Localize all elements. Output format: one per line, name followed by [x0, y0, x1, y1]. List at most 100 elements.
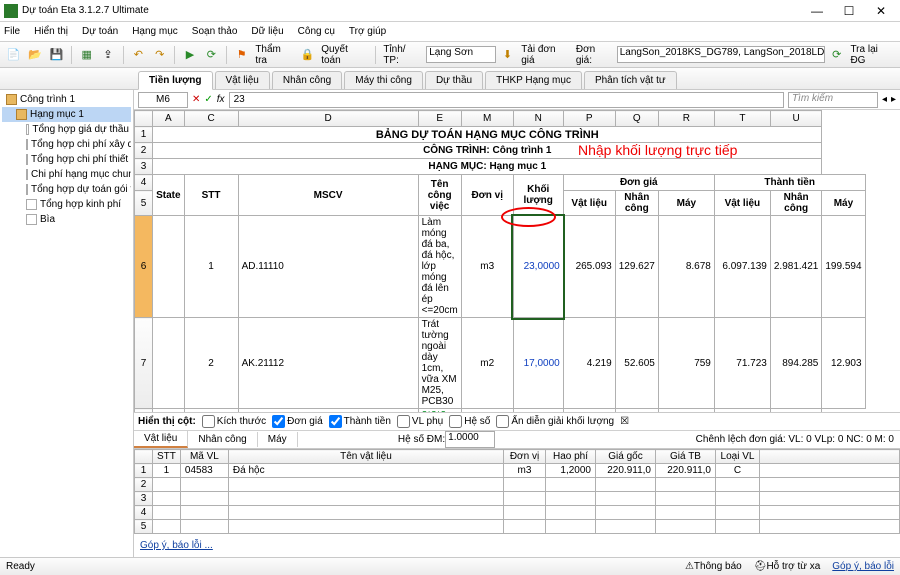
status-ready: Ready	[6, 561, 35, 572]
chk-don-gia[interactable]: Đơn giá	[272, 415, 322, 428]
open-icon[interactable]: 📂	[25, 45, 44, 65]
bottab-nhan-cong[interactable]: Nhân công	[188, 432, 257, 447]
tab-tien-luong[interactable]: Tiền lượng	[138, 71, 213, 90]
project-tree: Công trình 1 Hạng mục 1 Tổng hợp giá dự …	[0, 90, 134, 557]
menu-hien-thi[interactable]: Hiển thị	[34, 26, 68, 37]
tree-item[interactable]: Bìa	[2, 212, 131, 227]
detail-row[interactable]: 1104583Đá hộcm31,2000220.911,0220.911,0C	[135, 464, 900, 478]
tham-tra-label[interactable]: Thẩm tra	[253, 44, 296, 66]
tree-item[interactable]: Tổng hợp dự toán gói thầu	[2, 182, 131, 197]
he-so-dm-input[interactable]: 1.0000	[445, 431, 495, 448]
gop-y-link[interactable]: Góp ý, báo lỗi ...	[140, 540, 213, 551]
cell-ref[interactable]: M6	[138, 92, 188, 108]
don-gia-label: Đơn giá:	[574, 44, 615, 66]
close-button[interactable]: ✕	[866, 2, 896, 20]
tab-du-thau[interactable]: Dự thầu	[425, 71, 483, 89]
next-icon[interactable]: ▸	[891, 94, 896, 105]
export-icon[interactable]: ⇪	[98, 45, 117, 65]
chenh-lech-label: Chênh lệch đơn giá: VL: 0 VLp: 0 NC: 0 M…	[696, 434, 900, 445]
window-title: Dự toán Eta 3.1.2.7 Ultimate	[22, 5, 802, 16]
tree-item[interactable]: Tổng hợp chi phí xây dựng	[2, 137, 131, 152]
detail-grid[interactable]: STT Mã VL Tên vật liệu Đơn vị Hao phí Gi…	[134, 449, 900, 534]
save-icon[interactable]: 💾	[47, 45, 66, 65]
close-panel-icon[interactable]: ☒	[620, 416, 629, 427]
tree-root[interactable]: Công trình 1	[2, 92, 131, 107]
chk-he-so[interactable]: Hệ số	[449, 415, 490, 428]
quyet-toan-label[interactable]: Quyết toán	[319, 44, 370, 66]
accept-icon[interactable]: ✓	[204, 94, 212, 105]
menu-soan-thao[interactable]: Soạn thảo	[192, 26, 238, 37]
detail-row[interactable]: 3	[135, 492, 900, 506]
ho-tro-icon[interactable]: ⛑	[754, 561, 767, 572]
fx-label[interactable]: fx	[217, 94, 225, 105]
menu-hang-muc[interactable]: Hạng mục	[132, 26, 178, 37]
chk-vl-phu[interactable]: VL phụ	[397, 415, 443, 428]
formula-input[interactable]: 23	[229, 92, 784, 108]
tra-lai-label[interactable]: Tra lại ĐG	[848, 44, 896, 66]
detail-row[interactable]: 2	[135, 478, 900, 492]
tra-lai-icon[interactable]: ⟳	[827, 45, 846, 65]
detail-panel: Hiển thị cột: Kích thước Đơn giá Thành t…	[134, 412, 900, 557]
table-row[interactable]: 72AK.21112Trát tường ngoài dày 1cm, vữa …	[135, 318, 866, 409]
title-hang-muc: HẠNG MỤC: Hạng mục 1	[153, 159, 822, 175]
thong-bao-icon[interactable]: ⚠	[685, 561, 694, 572]
tinh-tp-combo[interactable]: Lạng Sơn	[426, 46, 496, 63]
ho-tro-label[interactable]: Hỗ trợ từ xa	[766, 561, 820, 572]
status-bar: Ready ⚠ Thông báo ⛑ Hỗ trợ từ xa Góp ý, …	[0, 557, 900, 575]
app-icon	[4, 4, 18, 18]
tab-thkp[interactable]: THKP Hạng mục	[485, 71, 582, 89]
menu-file[interactable]: File	[4, 26, 20, 37]
refresh-icon[interactable]: ⟳	[202, 45, 221, 65]
tab-vat-lieu[interactable]: Vật liệu	[215, 71, 270, 89]
tai-don-gia-label[interactable]: Tải đơn giá	[519, 44, 572, 66]
maximize-button[interactable]: ☐	[834, 2, 864, 20]
table-row[interactable]: 82*2*2 = 8	[135, 409, 866, 413]
excel-icon[interactable]: ▦	[77, 45, 96, 65]
table-row[interactable]: 61AD.11110Làm móng đá ba, đá hộc, lớp mó…	[135, 216, 866, 318]
chk-an-dien-giai[interactable]: Ẩn diễn giải khối lượng	[496, 415, 614, 428]
detail-row[interactable]: 4	[135, 506, 900, 520]
menu-tro-giup[interactable]: Trợ giúp	[349, 26, 386, 37]
prev-icon[interactable]: ◂	[882, 94, 887, 105]
titlebar: Dự toán Eta 3.1.2.7 Ultimate — ☐ ✕	[0, 0, 900, 22]
detail-row[interactable]: 5	[135, 520, 900, 534]
formula-bar: M6 ✕ ✓ fx 23 Tìm kiếm ◂ ▸	[134, 90, 900, 110]
tinh-tp-label: Tỉnh/ TP:	[381, 44, 424, 66]
tree-hang-muc[interactable]: Hạng mục 1	[2, 107, 131, 122]
tree-item[interactable]: Tổng hợp kinh phí	[2, 197, 131, 212]
tab-may[interactable]: Máy thi công	[344, 71, 423, 89]
bottab-may[interactable]: Máy	[258, 432, 298, 447]
chk-kich-thuoc[interactable]: Kích thước	[202, 415, 266, 428]
tree-item[interactable]: Tổng hợp giá dự thầu	[2, 122, 131, 137]
quyet-toan-icon[interactable]: 🔒	[298, 45, 317, 65]
minimize-button[interactable]: —	[802, 2, 832, 20]
undo-icon[interactable]: ↶	[129, 45, 148, 65]
he-so-dm-label: Hệ số ĐM:	[398, 434, 445, 445]
title-main: BẢNG DỰ TOÁN HẠNG MỤC CÔNG TRÌNH	[153, 127, 822, 143]
redo-icon[interactable]: ↷	[150, 45, 169, 65]
play-icon[interactable]: ▶	[180, 45, 199, 65]
tab-nhan-cong[interactable]: Nhân công	[272, 71, 342, 89]
chk-thanh-tien[interactable]: Thành tiền	[329, 415, 391, 428]
bottab-vat-lieu[interactable]: Vật liệu	[134, 431, 188, 448]
annotation-circle	[501, 207, 556, 227]
menu-du-lieu[interactable]: Dữ liệu	[251, 26, 283, 37]
thong-bao-label[interactable]: Thông báo	[694, 561, 742, 572]
tai-don-gia-icon[interactable]: ⬇	[498, 45, 517, 65]
new-icon[interactable]: 📄	[4, 45, 23, 65]
menu-cong-cu[interactable]: Công cụ	[298, 26, 335, 37]
cancel-icon[interactable]: ✕	[192, 94, 200, 105]
tham-tra-icon[interactable]: ⚑	[232, 45, 251, 65]
gop-y-status[interactable]: Góp ý, báo lỗi	[832, 561, 894, 572]
tab-phan-tich[interactable]: Phân tích vật tư	[584, 71, 677, 89]
tree-item[interactable]: Chi phí hạng mục chung	[2, 167, 131, 182]
don-gia-combo[interactable]: LangSon_2018KS_DG789, LangSon_2018LD_DG7…	[617, 46, 825, 63]
menu-du-toan[interactable]: Dự toán	[82, 26, 118, 37]
main-toolbar: 📄 📂 💾 ▦ ⇪ ↶ ↷ ▶ ⟳ ⚑ Thẩm tra 🔒 Quyết toá…	[0, 42, 900, 68]
menubar: File Hiển thị Dự toán Hạng mục Soạn thảo…	[0, 22, 900, 42]
main-grid[interactable]: A C D E M N P Q R T U 1BẢNG DỰ TOÁN HẠNG…	[134, 110, 900, 412]
tree-item[interactable]: Tổng hợp chi phí thiết bị	[2, 152, 131, 167]
worksheet-tabs: Tiền lượng Vật liệu Nhân công Máy thi cô…	[0, 68, 900, 90]
content-area: M6 ✕ ✓ fx 23 Tìm kiếm ◂ ▸ A C D E M N P	[134, 90, 900, 557]
search-input[interactable]: Tìm kiếm	[788, 92, 878, 108]
